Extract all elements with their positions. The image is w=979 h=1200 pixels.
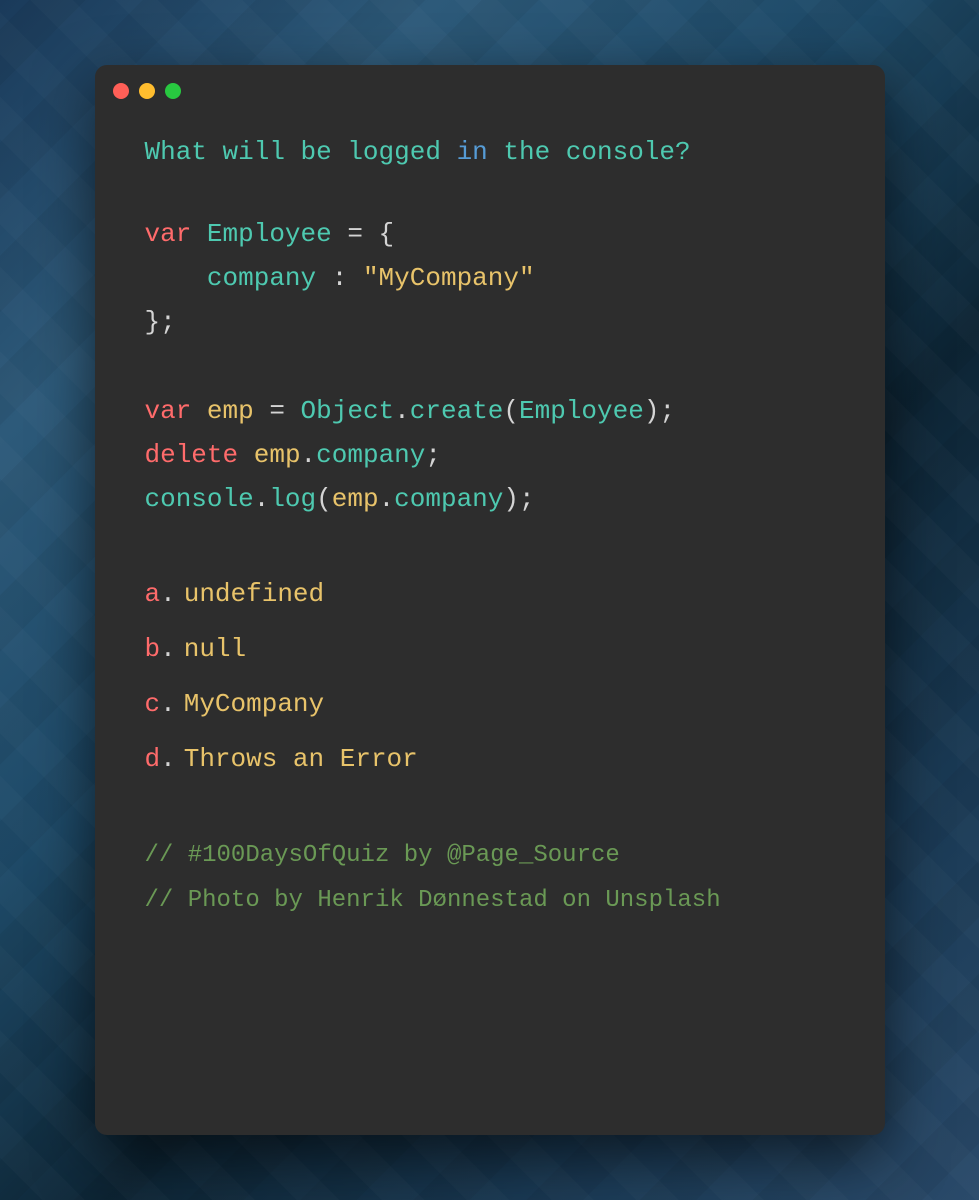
identifier-emp-3: emp <box>332 484 379 514</box>
maximize-button[interactable] <box>165 83 181 99</box>
letter-c: c <box>145 689 161 719</box>
question-what: What will be logged <box>145 137 457 167</box>
identifier-Employee: Employee <box>207 219 332 249</box>
identifier-object: Object <box>301 396 395 426</box>
letter-a: a <box>145 579 161 609</box>
letter-d: d <box>145 744 161 774</box>
comments-block: // #100DaysOfQuiz by @Page_Source // Pho… <box>145 833 835 924</box>
method-log: log <box>269 484 316 514</box>
answers-block: a.undefined b.null c.MyCompany d.Throws … <box>145 571 835 782</box>
keyword-console: console <box>145 484 254 514</box>
string-mycompany: "MyCompany" <box>363 263 535 293</box>
answer-c-text: MyCompany <box>184 689 324 719</box>
property-company: company <box>207 263 316 293</box>
letter-b: b <box>145 634 161 664</box>
code-line-5: delete emp.company; <box>145 433 835 477</box>
code-block: var Employee = { company : "MyCompany" }… <box>145 212 835 521</box>
question-the-console: the console? <box>488 137 691 167</box>
identifier-emp-2: emp <box>254 440 301 470</box>
code-line-6: console.log(emp.company); <box>145 477 835 521</box>
answer-a-text: undefined <box>184 579 324 609</box>
method-create: create <box>410 396 504 426</box>
question-text: What will be logged in the console? <box>145 133 835 172</box>
keyword-var-1: var <box>145 219 192 249</box>
arg-employee: Employee <box>519 396 644 426</box>
answer-d-text: Throws an Error <box>184 744 418 774</box>
keyword-delete: delete <box>145 440 239 470</box>
code-line-blank-1 <box>145 345 835 389</box>
answer-d: d.Throws an Error <box>145 736 835 783</box>
answer-b-text: null <box>184 634 246 664</box>
code-window: What will be logged in the console? var … <box>95 65 885 1135</box>
answer-c: c.MyCompany <box>145 681 835 728</box>
identifier-emp: emp <box>207 396 254 426</box>
keyword-var-2: var <box>145 396 192 426</box>
code-line-2: company : "MyCompany" <box>145 256 835 300</box>
code-line-4: var emp = Object.create(Employee); <box>145 389 835 433</box>
minimize-button[interactable] <box>139 83 155 99</box>
question-in: in <box>457 137 488 167</box>
property-company-3: company <box>394 484 503 514</box>
comment-photo: // Photo by Henrik Dønnestad on Unsplash <box>145 878 835 924</box>
answer-b: b.null <box>145 626 835 673</box>
property-company-2: company <box>316 440 425 470</box>
titlebar <box>95 65 885 113</box>
close-button[interactable] <box>113 83 129 99</box>
code-line-3: }; <box>145 300 835 344</box>
comment-quiz: // #100DaysOfQuiz by @Page_Source <box>145 833 835 879</box>
code-line-1: var Employee = { <box>145 212 835 256</box>
answer-a: a.undefined <box>145 571 835 618</box>
content-area: What will be logged in the console? var … <box>95 113 885 1135</box>
